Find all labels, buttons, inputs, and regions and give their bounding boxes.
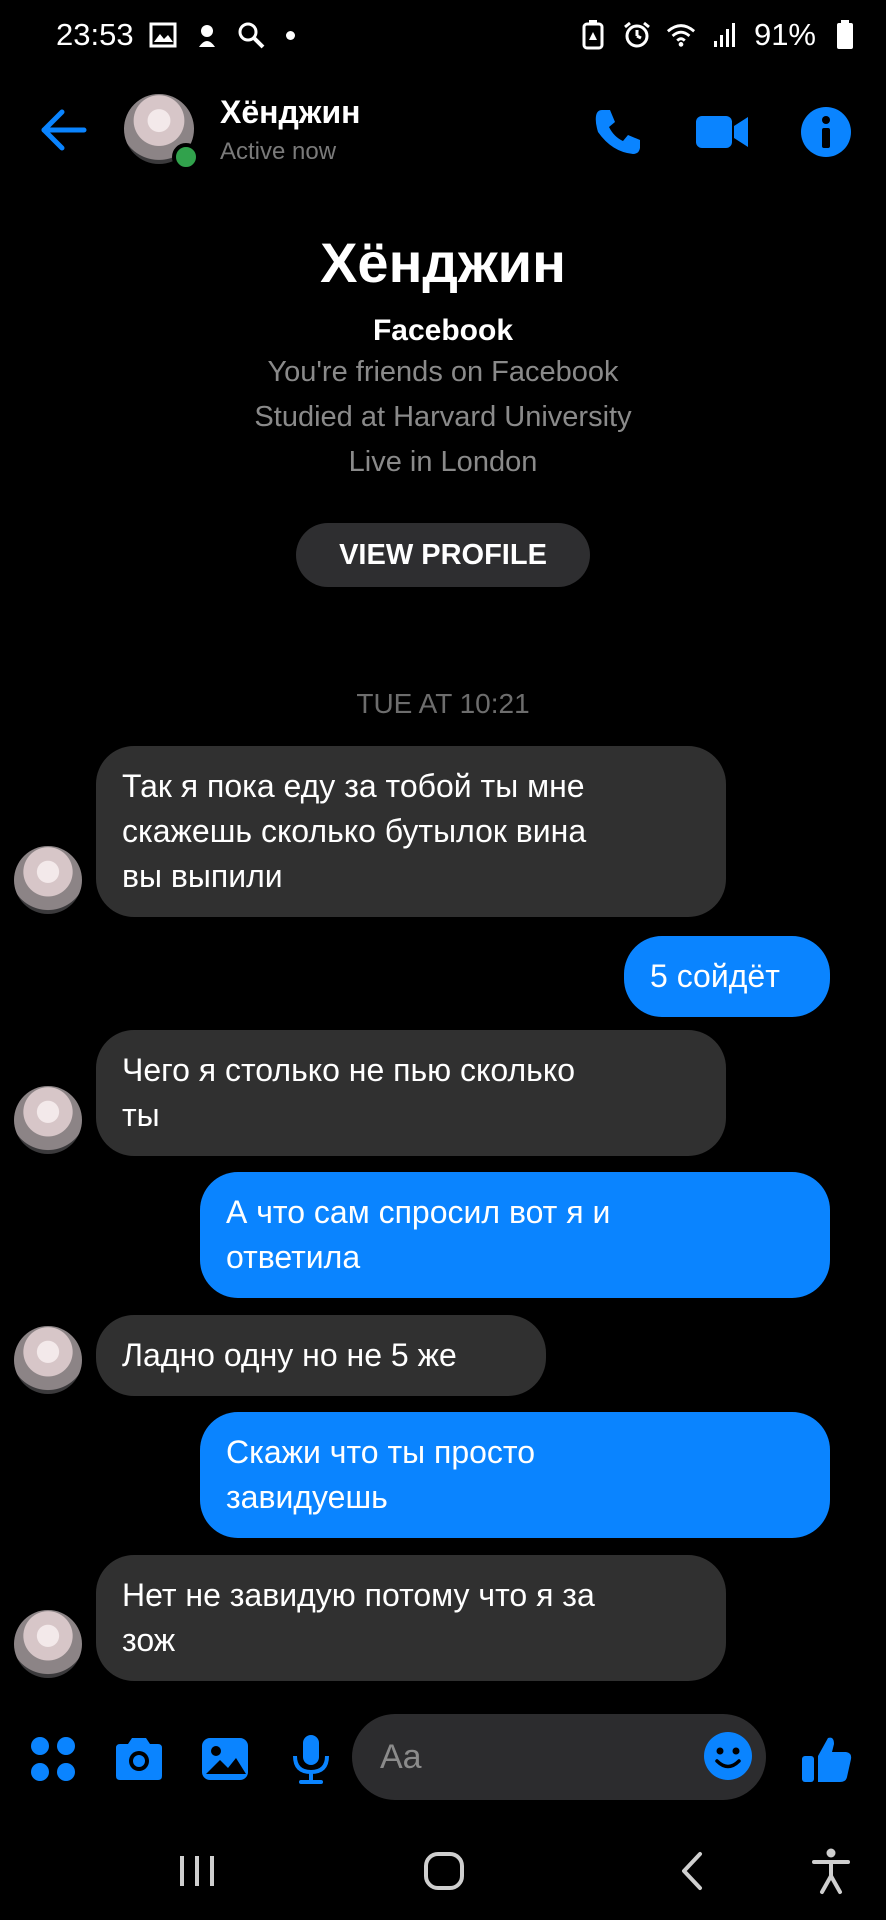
sender-avatar[interactable]	[14, 1326, 82, 1394]
apps-icon	[31, 1737, 75, 1781]
message-timestamp: TUE AT 10:21	[356, 688, 530, 719]
audio-call-button[interactable]	[590, 104, 646, 160]
message-line: Ладно одну но не 5 же	[122, 1337, 457, 1373]
gallery-icon	[148, 20, 178, 50]
message-line: Скажи что ты просто	[226, 1434, 535, 1470]
sender-avatar[interactable]	[14, 846, 82, 914]
message-composer	[0, 1708, 886, 1808]
apps-button[interactable]	[26, 1732, 80, 1786]
battery-icon	[830, 20, 860, 50]
message-line: скажешь сколько бутылок вина	[122, 813, 587, 849]
sender-avatar[interactable]	[14, 1610, 82, 1678]
message-line: вы выпили	[122, 858, 283, 894]
online-status-dot	[172, 143, 200, 171]
incoming-message[interactable]: Ладно одну но не 5 же	[96, 1315, 546, 1396]
video-call-button[interactable]	[694, 104, 750, 160]
signal-icon	[710, 20, 740, 50]
battery-percent: 91%	[753, 17, 816, 52]
accessibility-button[interactable]	[806, 1846, 856, 1896]
gallery-icon	[202, 1738, 248, 1780]
message-line: ты	[122, 1097, 160, 1133]
phone-icon	[595, 110, 640, 154]
profile-summary: Хёнджин Facebook You're friends on Faceb…	[0, 228, 886, 485]
battery-saver-icon	[578, 20, 608, 50]
alarm-icon	[622, 20, 652, 50]
like-button[interactable]	[800, 1732, 854, 1786]
info-icon	[801, 107, 851, 157]
recents-button[interactable]	[172, 1846, 222, 1896]
mic-icon	[293, 1735, 329, 1784]
active-status: Active now	[220, 138, 337, 165]
emoji-icon	[704, 1732, 752, 1780]
accessibility-icon	[812, 1848, 850, 1894]
notification-dot	[285, 30, 295, 40]
camera-icon	[116, 1738, 162, 1780]
arrow-left-icon	[41, 109, 87, 151]
back-nav-button[interactable]	[668, 1846, 718, 1896]
outgoing-message[interactable]: А что сам спросил вот я и ответила	[200, 1172, 830, 1298]
search-icon	[236, 20, 266, 50]
message-line: 5 сойдёт	[650, 958, 780, 994]
message-line: зож	[122, 1622, 176, 1658]
sender-avatar[interactable]	[14, 1086, 82, 1154]
profile-friends-line: You're friends on Facebook	[267, 356, 619, 388]
contact-name[interactable]: Хёнджин	[220, 94, 360, 131]
back-icon	[682, 1852, 702, 1890]
message-line: Нет не завидую потому что я за	[122, 1577, 595, 1613]
status-right: 91%	[578, 17, 860, 53]
profile-network: Facebook	[372, 314, 514, 347]
messenger-chat-screen: 23:53 91% Хёнджин Active now Хёнджин Fac…	[0, 0, 886, 1920]
view-profile-button[interactable]: VIEW PROFILE	[296, 523, 590, 587]
chat-header: Хёнджин Active now	[0, 80, 886, 180]
profile-name: Хёнджин	[320, 231, 566, 294]
camera-button[interactable]	[112, 1732, 166, 1786]
video-camera-icon	[696, 116, 748, 148]
profile-education-line: Studied at Harvard University	[254, 401, 632, 433]
outgoing-message[interactable]: Скажи что ты просто завидуешь	[200, 1412, 830, 1538]
message-line: Чего я столько не пью сколько	[122, 1052, 575, 1088]
message-line: ответила	[226, 1239, 361, 1275]
incoming-message[interactable]: Чего я столько не пью сколько ты	[96, 1030, 726, 1156]
wifi-icon	[666, 20, 696, 50]
back-button[interactable]	[38, 104, 90, 156]
incoming-message[interactable]: Так я пока еду за тобой ты мне скажешь с…	[96, 746, 726, 917]
voice-message-button[interactable]	[284, 1732, 338, 1786]
profile-location-line: Live in London	[348, 446, 538, 478]
info-button[interactable]	[798, 104, 854, 160]
recents-icon	[180, 1856, 214, 1886]
home-button[interactable]	[419, 1846, 469, 1896]
fan-icon	[192, 20, 222, 50]
status-bar: 23:53 91%	[0, 0, 886, 70]
home-icon	[424, 1852, 464, 1890]
message-line: завидуешь	[226, 1479, 388, 1515]
incoming-message[interactable]: Нет не завидую потому что я за зож	[96, 1555, 726, 1681]
emoji-button[interactable]	[702, 1730, 754, 1782]
message-line: А что сам спросил вот я и	[226, 1194, 611, 1230]
message-line: Так я пока еду за тобой ты мне	[122, 768, 585, 804]
outgoing-message[interactable]: 5 сойдёт	[624, 936, 830, 1017]
gallery-button[interactable]	[198, 1732, 252, 1786]
status-left: 23:53	[56, 17, 295, 53]
like-icon	[802, 1737, 852, 1782]
status-time: 23:53	[56, 17, 134, 52]
system-navigation-bar	[0, 1820, 886, 1920]
